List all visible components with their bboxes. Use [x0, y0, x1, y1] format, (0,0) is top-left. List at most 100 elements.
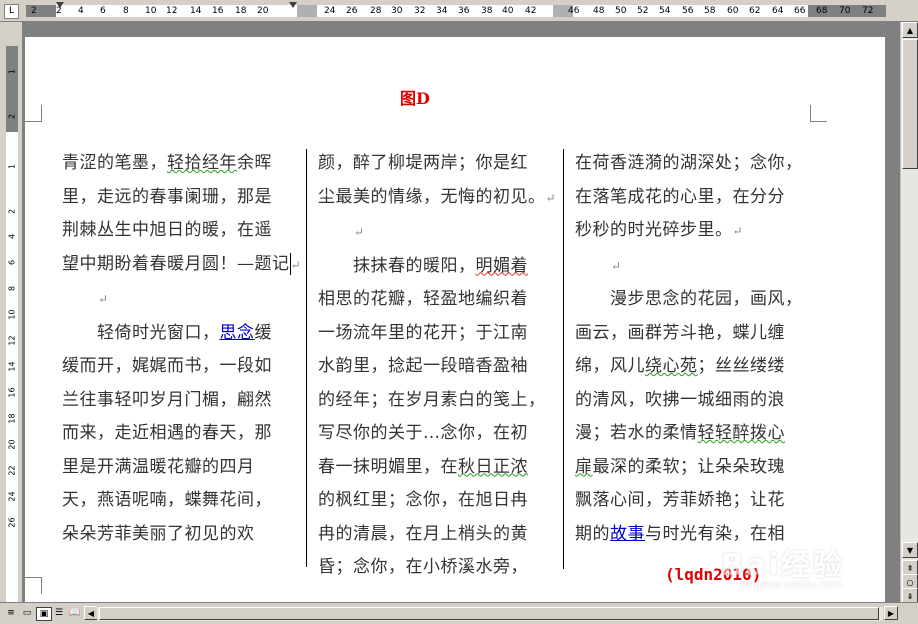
grammar-underline: 绕心苑 [645, 356, 698, 376]
ruler-tick-label: 40 [502, 6, 514, 16]
text-line: 青涩的笔墨，轻拾经年余晖 [62, 153, 272, 173]
column-separator-2 [563, 149, 564, 569]
text-line: 在荷香涟漪的湖深处；念你， [575, 153, 803, 173]
scroll-right-icon[interactable]: ▶ [884, 606, 898, 620]
ruler-tick-label: 32 [414, 6, 426, 16]
ruler-tick-label: 46 [568, 6, 580, 16]
left-ruler-tick-label: 24 [7, 491, 17, 502]
ruler-tick-label: 70 [839, 6, 851, 16]
scroll-down-icon[interactable]: ▼ [902, 542, 918, 558]
left-ruler-tick-label: 16 [7, 387, 17, 398]
ruler-tick-label: 48 [593, 6, 605, 16]
page[interactable]: 图D 青涩的笔墨，轻拾经年余晖 里，走远的春事阑珊，那是 荆棘丛生中旭日的暖，在… [25, 37, 885, 602]
horizontal-ruler[interactable]: L 2 2 4 6 8 10 12 14 16 18 20 24 26 28 30 32 34 36 38 40 42 4… [0, 0, 918, 22]
left-ruler-tick-label: 18 [7, 413, 17, 424]
ruler-tick-label: 8 [123, 6, 129, 16]
text-line: 飘落心间，芳菲娇艳；让花 [575, 490, 785, 510]
scroll-left-icon[interactable]: ◀ [84, 606, 98, 620]
document-title: 图D [400, 89, 430, 108]
text-line: 画云，画群芳斗艳，蝶儿缠 [575, 322, 785, 343]
text-line: 写尽你的关于…念你，在初 [318, 423, 528, 443]
ruler-tick-label: 38 [481, 6, 493, 16]
text-line: 的清风，吹拂一城细雨的浪 [575, 389, 785, 410]
ruler-tick-label: 24 [324, 6, 336, 16]
web-layout-view-icon[interactable]: ▭ [20, 607, 34, 619]
print-layout-view-icon[interactable]: ▣ [36, 607, 52, 621]
grammar-underline: 扉 [575, 456, 593, 477]
text-column-1[interactable]: 青涩的笔墨，轻拾经年余晖 里，走远的春事阑珊，那是 荆棘丛生中旭日的暖，在遥 望… [62, 147, 301, 551]
document-area: 图D 青涩的笔墨，轻拾经年余晖 里，走远的春事阑珊，那是 荆棘丛生中旭日的暖，在… [23, 22, 900, 602]
paragraph-mark-icon: ↵ [732, 224, 744, 238]
text-line: 昏；念你，在小桥溪水旁， [318, 557, 528, 577]
paragraph-mark-icon: ↵ [354, 225, 365, 239]
text-line: 荆棘丛生中旭日的暖，在遥 [62, 220, 272, 240]
ruler-tick-label: 60 [727, 6, 739, 16]
text-line: 天，燕语呢喃，蝶舞花间， [62, 490, 272, 510]
horizontal-scroll-bar-area: ≡ ▭ ▣ ☰ 📖 ◀ ▶ [0, 602, 918, 624]
ruler-tick-label: 50 [615, 6, 627, 16]
text-line: 尘最美的情缘，无悔的初见。↵ [318, 186, 557, 207]
text-line: 望中期盼着春暖月圆！—题记↵ [62, 253, 302, 275]
text-line: 抹抹春的暖阳，明媚着 [318, 255, 528, 276]
ruler-tick-label: 10 [145, 6, 157, 16]
horizontal-scroll-thumb[interactable] [99, 607, 879, 620]
ruler-tick-label: 28 [370, 6, 382, 16]
ruler-tick-label: 36 [458, 6, 470, 16]
ruler-tick-label: 6 [100, 6, 106, 16]
text-line: 在落笔成花的心里，在分分 [575, 186, 785, 207]
text-line: 而来，走近相遇的春天，那 [62, 423, 272, 443]
crop-mark-top-right [810, 105, 827, 122]
ruler-tick-label: 68 [816, 6, 828, 16]
baidu-jingyan-watermark: Bai经验 jingyan.baidu.com [721, 540, 881, 591]
text-line: 朵朵芳菲美丽了初见的欢 [62, 523, 255, 544]
grammar-underline: 轻轻醉拨心 [697, 423, 785, 443]
ruler-tick-label: 42 [525, 6, 537, 16]
ruler-tick-label: 30 [391, 6, 403, 16]
outline-view-icon[interactable]: ☰ [52, 607, 66, 619]
text-line: 轻倚时光窗口，思念缓 [62, 322, 272, 343]
text-line: 扉最深的柔软；让朵朵玫瑰 [575, 456, 785, 477]
left-ruler-tick-label: 12 [7, 335, 17, 346]
ruler-tick-label: 62 [749, 6, 761, 16]
left-ruler-tick-label: 6 [7, 259, 17, 266]
normal-view-icon[interactable]: ≡ [4, 607, 18, 619]
ruler-tick-label: 72 [862, 6, 874, 16]
scroll-thumb[interactable] [902, 39, 918, 169]
paragraph-mark-icon: ↵ [611, 258, 622, 273]
watermark-url: jingyan.baidu.com [741, 578, 843, 591]
reading-layout-view-icon[interactable]: 📖 [68, 607, 82, 619]
left-ruler-tick-label: 2 [7, 113, 17, 120]
text-line: ↵ [575, 249, 803, 284]
ruler-tick-label: 2 [31, 6, 37, 16]
paragraph-mark-icon: ↵ [290, 257, 302, 272]
ruler-tick-label: 14 [190, 6, 202, 16]
ruler-tick-label: 58 [704, 6, 716, 16]
spelling-underline: 明媚着 [475, 255, 528, 276]
ruler-tick-label: 18 [235, 6, 247, 16]
text-line: 春一抹明媚里，在秋日正浓 [318, 456, 528, 477]
text-line: 秒秒的时光碎步里。↵ [575, 220, 744, 240]
left-ruler-tick-label: 20 [7, 439, 17, 450]
ruler-tick-label: 26 [346, 6, 358, 16]
left-ruler-tick-label: 22 [7, 465, 17, 476]
ruler-tick-label: 4 [78, 6, 84, 16]
crop-mark-top-left [25, 105, 42, 122]
ruler-tick-label: 16 [212, 6, 224, 16]
text-line: 兰往事轻叩岁月门楣，翩然 [62, 389, 272, 410]
paragraph-mark-icon: ↵ [98, 292, 109, 306]
text-column-3[interactable]: 在荷香涟漪的湖深处；念你， 在落笔成花的心里，在分分 秒秒的时光碎步里。↵ ↵ … [575, 147, 803, 551]
vertical-scrollbar[interactable]: ▲ ▼ ⇞ ○ ⇟ [900, 22, 918, 604]
tab-selector-icon[interactable]: L [4, 4, 19, 19]
vertical-ruler[interactable]: 1 2 1 2 4 6 8 10 12 14 16 18 20 22 24 26 [0, 22, 23, 602]
hyperlink[interactable]: 故事 [610, 524, 645, 544]
right-indent-marker[interactable] [289, 2, 297, 8]
text-column-2[interactable]: 颜，醉了柳堤两岸；你是红 尘最美的情缘，无悔的初见。↵ ↵ 抹抹春的暖阳，明媚着… [318, 147, 556, 585]
ruler-tick-label: 2 [56, 6, 62, 16]
grammar-underline: 轻拾经年 [167, 153, 237, 173]
text-line: 的经年；在岁月素白的笺上， [318, 389, 546, 410]
scroll-up-icon[interactable]: ▲ [902, 22, 918, 38]
hyperlink[interactable]: 思念 [220, 323, 255, 343]
ruler-column-gap-1[interactable] [297, 5, 317, 17]
ruler-tick-label: 64 [772, 6, 784, 16]
left-ruler-tick-label: 26 [7, 517, 17, 528]
